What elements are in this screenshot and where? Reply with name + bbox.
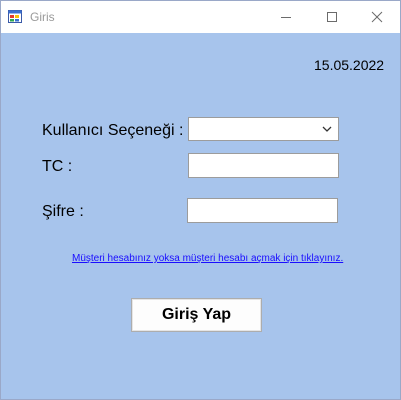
tc-label: TC : bbox=[42, 158, 73, 175]
maximize-button[interactable] bbox=[309, 1, 355, 33]
maximize-icon bbox=[327, 12, 337, 22]
password-label: Şifre : bbox=[42, 203, 84, 220]
tc-input[interactable] bbox=[188, 153, 339, 178]
date-label: 15.05.2022 bbox=[314, 57, 385, 73]
user-option-combobox[interactable] bbox=[188, 117, 339, 141]
password-input[interactable] bbox=[187, 198, 338, 223]
title-bar[interactable]: Giris bbox=[1, 1, 400, 33]
register-link[interactable]: Müşteri hesabınız yoksa müşteri hesabı a… bbox=[72, 253, 343, 264]
form-client-area: 15.05.2022 Kullanıcı Seçeneği : TC : Şif… bbox=[1, 33, 400, 399]
close-icon bbox=[371, 11, 383, 23]
window-title: Giris bbox=[30, 10, 55, 24]
close-button[interactable] bbox=[354, 1, 400, 33]
windows-form-icon bbox=[8, 10, 22, 23]
minimize-icon bbox=[281, 17, 291, 18]
user-option-label: Kullanıcı Seçeneği : bbox=[42, 122, 184, 139]
chevron-down-icon bbox=[322, 126, 332, 132]
login-button[interactable]: Giriş Yap bbox=[131, 298, 262, 332]
minimize-button[interactable] bbox=[263, 1, 309, 33]
login-window: Giris 15.05.2022 Kullanıcı Seçeneği : TC… bbox=[0, 0, 401, 400]
